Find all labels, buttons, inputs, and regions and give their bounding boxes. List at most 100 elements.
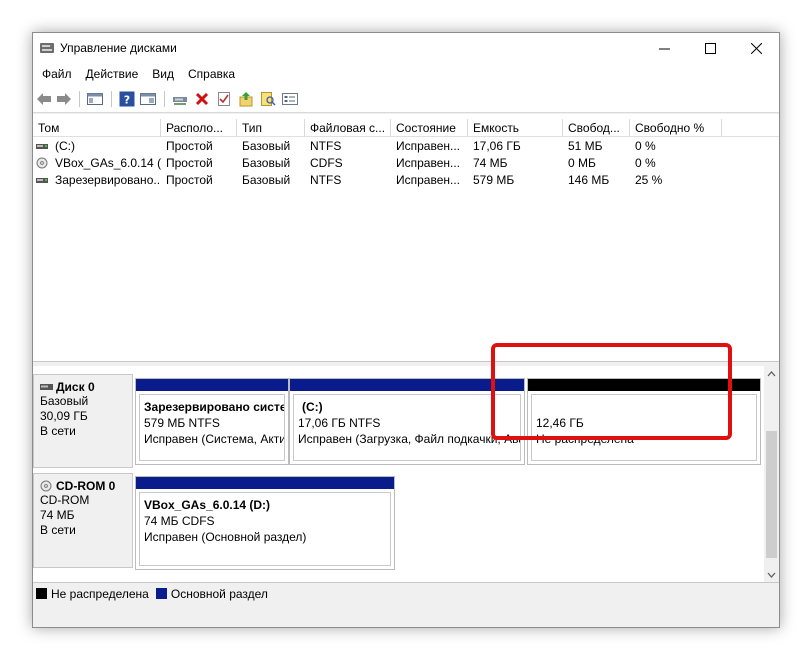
disk-map-scrollbar[interactable] <box>764 366 779 582</box>
volume-name: VBox_GAs_6.0.14 (... <box>55 156 161 170</box>
volume-row[interactable]: (C:) Простой Базовый NTFS Исправен... 17… <box>33 138 779 155</box>
window-title: Управление дисками <box>60 41 177 55</box>
disk-0-name-row: Диск 0 <box>40 380 132 394</box>
delete-button[interactable] <box>193 90 211 108</box>
scroll-thumb[interactable] <box>766 431 777 558</box>
partition-c[interactable]: (C:) 17,06 ГБ NTFS Исправен (Загрузка, Ф… <box>289 378 525 465</box>
menu-file[interactable]: Файл <box>35 63 79 85</box>
cdrom-0-state: В сети <box>40 523 76 537</box>
disk-0-size: 30,09 ГБ <box>40 409 88 423</box>
properties-icon <box>140 93 156 105</box>
svg-text:?: ? <box>124 94 130 107</box>
partition-detail: 17,06 ГБ NTFS <box>298 416 381 430</box>
partition-primary-bar <box>290 379 524 391</box>
partition-detail: 579 МБ NTFS <box>144 416 220 430</box>
connect-icon <box>173 97 187 105</box>
toolbar: ? <box>33 85 779 113</box>
volume-capacity: 74 МБ <box>473 156 508 170</box>
partition-status: Исправен (Загрузка, Файл подкачки, Ава <box>298 432 520 446</box>
cdrom-0-name: CD-ROM 0 <box>56 479 116 493</box>
volume-capacity: 579 МБ <box>473 173 515 187</box>
column-header-type[interactable]: Тип <box>237 119 305 137</box>
legend-label-unallocated: Не распределена <box>51 586 149 601</box>
settings-button[interactable] <box>281 90 299 108</box>
check-button[interactable] <box>215 90 233 108</box>
volume-type: Базовый <box>242 173 291 187</box>
menu-help[interactable]: Справка <box>181 63 242 85</box>
toolbar-separator <box>79 91 80 107</box>
partition-cd[interactable]: VBox_GAs_6.0.14 (D:) 74 МБ CDFS Исправен… <box>135 476 395 570</box>
column-header-status[interactable]: Состояние <box>391 119 468 137</box>
connect-button[interactable] <box>171 90 189 108</box>
legend-swatch-primary <box>155 588 167 599</box>
partition-body: VBox_GAs_6.0.14 (D:) 74 МБ CDFS Исправен… <box>139 492 391 566</box>
column-header-capacity[interactable]: Емкость <box>468 119 563 137</box>
scroll-up-button[interactable] <box>764 366 779 381</box>
legend-label-primary: Основной раздел <box>170 586 268 601</box>
cdrom-0-name-row: CD-ROM 0 <box>40 479 132 493</box>
partition-primary-bar <box>136 477 394 489</box>
menu-action[interactable]: Действие <box>79 63 146 85</box>
cdrom-0-label[interactable]: CD-ROM 0 CD-ROM 74 МБ В сети <box>33 473 133 568</box>
disk-0-label[interactable]: Диск 0 Базовый 30,09 ГБ В сети <box>33 374 133 468</box>
forward-arrow-icon <box>57 93 71 105</box>
cdrom-0-type: CD-ROM <box>40 493 90 507</box>
drive-icon <box>36 178 48 183</box>
volume-row[interactable]: VBox_GAs_6.0.14 (... Простой Базовый CDF… <box>33 155 779 172</box>
console-tree-button[interactable] <box>86 90 104 108</box>
menu-view[interactable]: Вид <box>145 63 181 85</box>
volume-row[interactable]: Зарезервировано... Простой Базовый NTFS … <box>33 172 779 189</box>
back-button[interactable] <box>35 90 53 108</box>
maximize-icon <box>704 42 716 54</box>
partition-body: Зарезервировано систе 579 МБ NTFS Исправ… <box>139 394 285 461</box>
partition-status: Исправен (Система, Акти <box>144 432 284 446</box>
column-header-layout[interactable]: Располо... <box>161 119 237 137</box>
volume-name: (C:) <box>55 139 75 153</box>
partition-reserved[interactable]: Зарезервировано систе 579 МБ NTFS Исправ… <box>135 378 289 465</box>
volume-free-percent: 0 % <box>635 139 656 153</box>
export-button[interactable] <box>237 90 255 108</box>
find-icon <box>261 92 276 106</box>
menu-bar: Файл Действие Вид Справка <box>33 63 779 85</box>
legend-swatch-unallocated <box>36 588 47 599</box>
volume-layout: Простой <box>166 173 213 187</box>
properties-button[interactable] <box>139 90 157 108</box>
disk-0-type: Базовый <box>40 394 89 408</box>
volume-filesystem: NTFS <box>310 173 342 187</box>
close-button[interactable] <box>733 33 779 63</box>
column-header-filesystem[interactable]: Файловая с... <box>305 119 391 137</box>
volume-filesystem: NTFS <box>310 139 342 153</box>
find-button[interactable] <box>259 90 277 108</box>
disk-icon <box>40 384 53 390</box>
cdrom-0-size: 74 МБ <box>40 508 75 522</box>
drive-icon <box>36 144 48 149</box>
toolbar-separator <box>164 91 165 107</box>
volume-list-header: Том Располо... Тип Файловая с... Состоян… <box>33 119 779 137</box>
cd-icon <box>40 480 52 492</box>
volume-status: Исправен... <box>396 139 461 153</box>
status-bar <box>33 605 779 627</box>
settings-icon <box>282 93 298 105</box>
partition-title: VBox_GAs_6.0.14 (D:) <box>144 498 271 512</box>
volume-capacity: 17,06 ГБ <box>473 139 521 153</box>
volume-free-space: 0 МБ <box>568 156 596 170</box>
column-header-free-percent[interactable]: Свободно % <box>630 119 722 137</box>
scroll-down-button[interactable] <box>764 567 779 582</box>
volume-free-percent: 0 % <box>635 156 656 170</box>
volume-layout: Простой <box>166 139 213 153</box>
column-header-volume[interactable]: Том <box>33 119 161 137</box>
volume-layout: Простой <box>166 156 213 170</box>
volume-type: Базовый <box>242 156 291 170</box>
delete-icon <box>195 92 209 106</box>
help-button[interactable]: ? <box>118 90 136 108</box>
back-arrow-icon <box>37 93 51 105</box>
disk-0-state: В сети <box>40 424 76 438</box>
volume-name: Зарезервировано... <box>55 173 161 187</box>
forward-button[interactable] <box>55 90 73 108</box>
volume-list: Том Располо... Тип Файловая с... Состоян… <box>33 114 779 362</box>
minimize-button[interactable] <box>641 33 687 63</box>
partition-primary-bar <box>136 379 288 391</box>
column-header-free-space[interactable]: Свобод... <box>563 119 630 137</box>
maximize-button[interactable] <box>687 33 733 63</box>
partition-body: (C:) 17,06 ГБ NTFS Исправен (Загрузка, Ф… <box>293 394 521 461</box>
